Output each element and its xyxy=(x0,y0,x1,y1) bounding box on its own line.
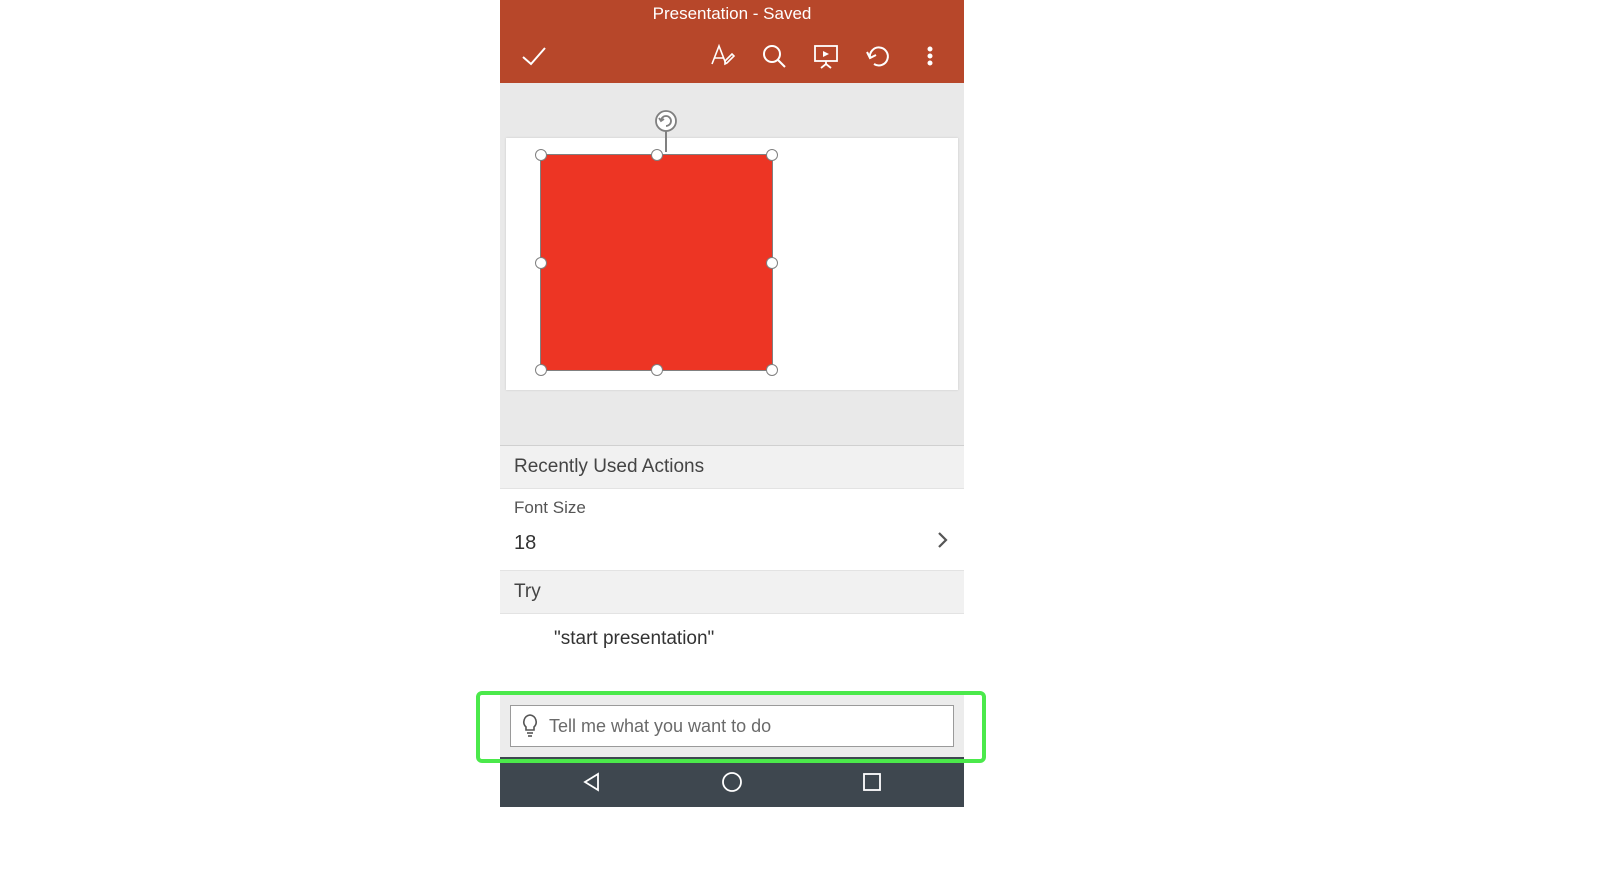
nav-home-button[interactable] xyxy=(712,762,752,802)
app-header: Presentation - Saved xyxy=(500,0,964,83)
try-header: Try xyxy=(500,571,964,614)
search-button[interactable] xyxy=(748,31,800,81)
font-size-row[interactable]: 18 xyxy=(500,522,964,571)
phone-frame: Presentation - Saved xyxy=(500,0,964,807)
lightbulb-icon xyxy=(519,713,541,739)
tell-me-input[interactable] xyxy=(541,716,945,737)
toolbar xyxy=(500,28,964,83)
font-size-label: Font Size xyxy=(500,489,964,522)
resize-handle-middle-right[interactable] xyxy=(766,257,778,269)
slide-canvas-area xyxy=(500,83,964,445)
search-icon xyxy=(761,43,787,69)
triangle-back-icon xyxy=(581,771,603,793)
undo-icon xyxy=(864,42,892,70)
android-nav-bar xyxy=(500,757,964,807)
font-size-value: 18 xyxy=(514,532,536,555)
rotate-connector xyxy=(665,130,667,152)
selected-shape[interactable] xyxy=(536,150,777,375)
undo-button[interactable] xyxy=(852,31,904,81)
nav-recent-button[interactable] xyxy=(852,762,892,802)
actions-panel: Recently Used Actions Font Size 18 Try "… xyxy=(500,445,964,757)
try-suggestion[interactable]: "start presentation" xyxy=(500,614,964,664)
document-title: Presentation - Saved xyxy=(500,0,964,28)
rotate-handle[interactable] xyxy=(655,110,677,132)
edit-text-button[interactable] xyxy=(696,31,748,81)
checkmark-icon xyxy=(519,41,549,71)
text-edit-icon xyxy=(708,42,736,70)
presentation-icon xyxy=(812,42,840,70)
chevron-right-icon xyxy=(936,530,950,556)
resize-handle-bottom-left[interactable] xyxy=(535,364,547,376)
tell-me-bar xyxy=(500,695,964,757)
rectangle-shape[interactable] xyxy=(541,155,772,370)
resize-handle-bottom-middle[interactable] xyxy=(651,364,663,376)
more-vertical-icon xyxy=(918,44,942,68)
nav-back-button[interactable] xyxy=(572,762,612,802)
tell-me-search-box[interactable] xyxy=(510,705,954,747)
resize-handle-top-middle[interactable] xyxy=(651,149,663,161)
square-recent-icon xyxy=(862,772,882,792)
rotate-icon xyxy=(655,110,677,132)
resize-handle-top-left[interactable] xyxy=(535,149,547,161)
resize-handle-top-right[interactable] xyxy=(766,149,778,161)
more-button[interactable] xyxy=(904,31,956,81)
resize-handle-middle-left[interactable] xyxy=(535,257,547,269)
recently-used-header: Recently Used Actions xyxy=(500,446,964,489)
circle-home-icon xyxy=(721,771,743,793)
done-button[interactable] xyxy=(508,31,560,81)
slide[interactable] xyxy=(506,138,958,390)
resize-handle-bottom-right[interactable] xyxy=(766,364,778,376)
present-button[interactable] xyxy=(800,31,852,81)
